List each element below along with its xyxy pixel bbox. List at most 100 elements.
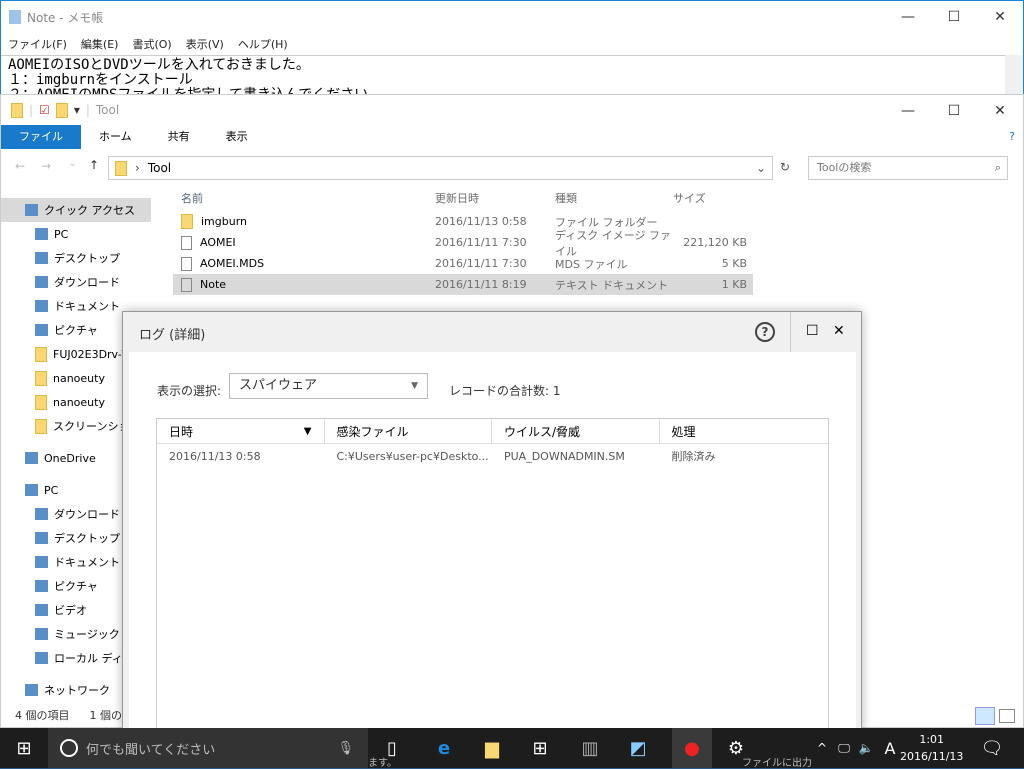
edge-icon[interactable]: e (432, 736, 456, 760)
dropdown-arrow-icon: ▼ (411, 381, 418, 391)
file-name: AOMEI (200, 236, 236, 249)
tab-view[interactable]: 表示 (208, 125, 266, 149)
sidebar-item-label: ピクチャ (54, 580, 98, 593)
sort-desc-icon: ▼ (303, 425, 312, 437)
up-icon[interactable]: ↑ (89, 158, 99, 172)
close-button[interactable]: ✕ (833, 323, 845, 339)
folder-icon (35, 370, 47, 386)
maximize-button[interactable]: ☐ (806, 323, 819, 339)
location-icon (35, 252, 48, 264)
back-icon[interactable]: ← (15, 159, 25, 173)
file-name: Note (200, 278, 227, 291)
minimize-button[interactable]: — (885, 95, 931, 127)
explorer-titlebar: | ☑ ▾ | Tool (1, 95, 1023, 125)
sidebar-item[interactable]: デスクトップ (1, 246, 151, 270)
chevron-down-icon[interactable]: ⌄ (756, 161, 772, 175)
menu-help[interactable]: ヘルプ(H) (238, 36, 288, 52)
file-row[interactable]: AOMEI.MDS 2016/11/11 7:30 MDS ファイル 5 KB (173, 253, 753, 274)
file-icon (181, 277, 192, 292)
column-datetime[interactable]: 日時 ▼ (157, 419, 325, 443)
close-button[interactable]: ✕ (977, 1, 1023, 33)
start-windows-icon[interactable]: ⊞ (12, 736, 36, 760)
folder-icon (35, 346, 47, 362)
location-icon (25, 484, 38, 496)
store-icon[interactable]: ⊞ (528, 736, 552, 760)
file-row[interactable]: AOMEI 2016/11/11 7:30 ディスク イメージ ファイル 221,12… (173, 229, 753, 258)
record-count: レコードの合計数: 1 (449, 384, 561, 398)
tab-file[interactable]: ファイル (1, 125, 81, 149)
sidebar-item-label: FUJ02E3Drv-W (53, 347, 133, 361)
action-center-icon[interactable]: 🗨 (980, 736, 1004, 760)
close-button[interactable]: ✕ (977, 95, 1023, 127)
search-icon: ⌕ (994, 161, 1001, 174)
file-type: MDS ファイル (555, 257, 628, 271)
details-view-icon[interactable] (975, 707, 995, 725)
sidebar-item[interactable]: ダウンロード (1, 270, 151, 294)
menu-edit[interactable]: 編集(E) (81, 36, 119, 52)
log-table-row[interactable]: 2016/11/13 0:58 C:¥Users¥user-pc¥Deskto.… (157, 444, 828, 468)
new-folder-icon[interactable] (55, 102, 68, 118)
notepad-menubar: ファイル(F) 編集(E) 書式(O) 表示(V) ヘルプ(H) (1, 33, 288, 55)
sidebar-item-label: ネットワーク (44, 684, 110, 697)
column-threat[interactable]: ウイルス/脅威 (492, 419, 660, 443)
column-size[interactable]: サイズ (673, 190, 753, 206)
ime-indicator[interactable]: A (878, 736, 902, 760)
location-icon (35, 604, 48, 616)
log-table-header: 日時 ▼ 感染ファイル ウイルス/脅威 処理 (157, 419, 828, 444)
sidebar-item-label: PC (44, 483, 59, 497)
notepad-taskbar-icon[interactable]: ◩ (626, 736, 650, 760)
help-icon[interactable]: ? (1001, 125, 1023, 149)
column-infected-file[interactable]: 感染ファイル (325, 419, 492, 443)
file-explorer-icon[interactable]: ▆ (480, 736, 504, 760)
search-placeholder: Toolの検索 (817, 161, 872, 174)
category-select[interactable]: スパイウェア ▼ (229, 373, 428, 399)
sidebar-item-label: ピクチャ (54, 324, 98, 337)
cortana-search-box[interactable]: 何でも聞いてください 🎙 (48, 728, 368, 768)
sidebar-item[interactable]: クイック アクセス (1, 198, 151, 222)
recent-dropdown-icon[interactable]: ⌄ (69, 159, 77, 169)
maximize-button[interactable]: ☐ (931, 95, 977, 127)
help-icon[interactable]: ? (755, 322, 775, 342)
path-segment[interactable]: Tool (148, 161, 171, 175)
search-input[interactable]: Toolの検索 ⌕ (808, 156, 1008, 180)
cortana-circle-icon (60, 739, 78, 757)
file-date: 2016/11/11 7:30 (435, 236, 527, 249)
column-action[interactable]: 処理 (660, 419, 829, 443)
quick-access-dropdown-icon[interactable]: ▾ (74, 103, 80, 117)
file-row[interactable]: Note 2016/11/11 8:19 テキスト ドキュメント 1 KB (173, 274, 753, 295)
trend-micro-icon[interactable]: ● (672, 728, 712, 768)
properties-icon[interactable]: ☑ (39, 103, 50, 117)
file-date: 2016/11/11 7:30 (435, 257, 527, 270)
forward-icon[interactable]: → (41, 159, 51, 173)
menu-file[interactable]: ファイル(F) (8, 36, 67, 52)
volume-icon[interactable]: 🔈 (854, 736, 878, 760)
sidebar-item-label: OneDrive (44, 451, 96, 465)
address-bar[interactable]: › Tool ⌄ (108, 156, 773, 180)
maximize-button[interactable]: ☐ (931, 1, 977, 33)
column-name[interactable]: 名前 (173, 190, 435, 206)
file-list-header: 名前 更新日時 種類 サイズ (173, 185, 753, 211)
menu-format[interactable]: 書式(O) (132, 36, 171, 52)
refresh-icon[interactable]: ↻ (780, 160, 790, 174)
app-icon[interactable]: ▥ (578, 736, 602, 760)
microphone-icon[interactable]: 🎙 (337, 741, 354, 756)
menu-view[interactable]: 表示(V) (186, 36, 224, 52)
divider (790, 312, 791, 352)
sidebar-item-label: PC (54, 227, 69, 241)
text-line: １：imgburnをインストール (8, 72, 193, 88)
network-icon[interactable]: 🖵 (832, 736, 856, 760)
minimize-button[interactable]: — (885, 1, 931, 33)
tab-share[interactable]: 共有 (150, 125, 208, 149)
file-name-cell: AOMEI (173, 235, 435, 250)
chevron-up-icon[interactable]: ^ (810, 736, 834, 760)
folder-icon (35, 418, 47, 434)
sidebar-item[interactable]: PC (1, 222, 151, 246)
tab-home[interactable]: ホーム (81, 125, 150, 149)
sidebar-item-label: ダウンロード (54, 276, 120, 289)
column-date[interactable]: 更新日時 (435, 190, 555, 206)
large-icons-view-icon[interactable] (999, 709, 1015, 723)
clock[interactable]: 1:01 2016/11/13 (900, 731, 963, 765)
column-type[interactable]: 種類 (555, 190, 673, 206)
sidebar-item-label: ミュージック (54, 628, 120, 641)
log-detail-dialog: ログ (詳細) ? ☐ ✕ 表示の選択: スパイウェア ▼ レコードの合計数: 1… (122, 311, 862, 738)
